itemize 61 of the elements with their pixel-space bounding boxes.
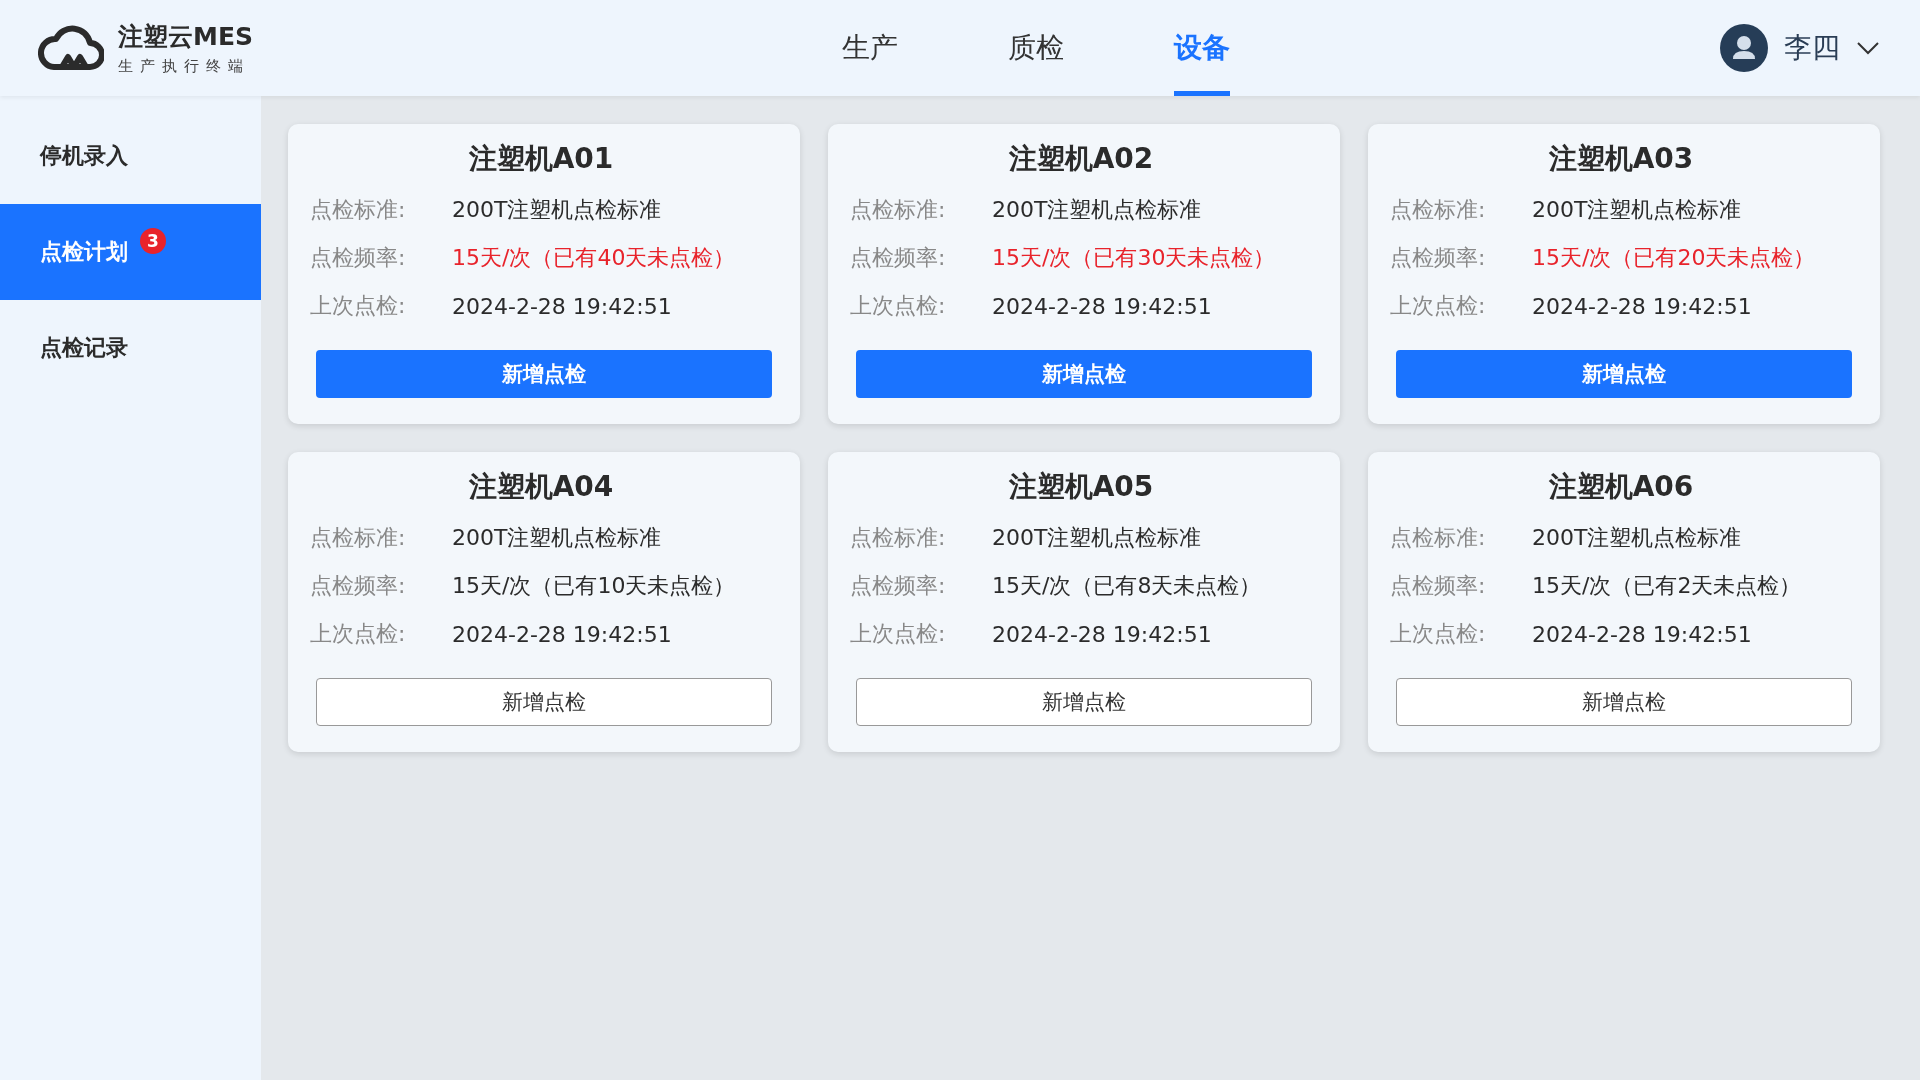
app-title: 注塑云MES [118,21,253,53]
field-label: 上次点检: [310,620,407,648]
field-label: 上次点检: [1390,620,1487,648]
field-label: 点检频率: [1390,572,1487,600]
add-inspection-button[interactable]: 新增点检 [856,350,1312,398]
avatar-icon[interactable] [1720,24,1768,72]
field-value: 2024-2-28 19:42:51 [992,293,1212,319]
add-inspection-button[interactable]: 新增点检 [1396,678,1852,726]
add-inspection-button[interactable]: 新增点检 [1396,350,1852,398]
machine-title: 注塑机A05 [1007,469,1155,505]
add-inspection-button[interactable]: 新增点检 [316,350,772,398]
field-value: 2024-2-28 19:42:51 [992,621,1212,647]
field-label: 点检标准: [1390,196,1487,224]
field-label: 点检标准: [1390,524,1487,552]
field-label: 上次点检: [850,292,947,320]
field-label: 点检标准: [850,524,947,552]
cloud-logo-icon [38,25,104,71]
field-label: 点检频率: [850,572,947,600]
field-value: 200T注塑机点检标准 [1532,196,1742,224]
field-value: 2024-2-28 19:42:51 [452,621,672,647]
user-name[interactable]: 李四 [1784,29,1840,67]
sidebar-item[interactable]: 点检计划 3 [0,204,261,300]
field-value: 200T注塑机点检标准 [992,524,1202,552]
field-label: 点检频率: [310,244,407,272]
add-inspection-button[interactable]: 新增点检 [316,678,772,726]
field-value: 2024-2-28 19:42:51 [452,293,672,319]
field-label: 点检频率: [850,244,947,272]
field-value: 15天/次（已有8天未点检） [992,572,1262,600]
machine-title: 注塑机A03 [1547,141,1695,177]
app-subtitle: 生产执行终端 [118,57,251,76]
field-label: 点检标准: [310,524,407,552]
field-value: 15天/次（已有2天未点检） [1532,572,1802,600]
nav-tab[interactable]: 生产 [842,0,898,96]
count-badge: 3 [140,228,166,254]
sidebar-item[interactable]: 停机录入 [0,108,261,204]
field-label: 点检标准: [850,196,947,224]
nav-tab[interactable]: 质检 [1008,0,1064,96]
field-value: 15天/次（已有10天未点检） [452,572,736,600]
machine-title: 注塑机A04 [467,469,615,505]
field-label: 点检标准: [310,196,407,224]
field-label: 上次点检: [310,292,407,320]
field-value: 200T注塑机点检标准 [1532,524,1742,552]
field-value: 15天/次（已有30天未点检） [992,244,1276,272]
field-value: 15天/次（已有20天未点检） [1532,244,1816,272]
machine-title: 注塑机A01 [467,141,615,177]
field-value: 200T注塑机点检标准 [992,196,1202,224]
caret-icon[interactable] [1856,41,1880,55]
machine-title: 注塑机A06 [1547,469,1695,505]
field-value: 2024-2-28 19:42:51 [1532,293,1752,319]
field-label: 点检频率: [1390,244,1487,272]
field-value: 200T注塑机点检标准 [452,524,662,552]
field-value: 2024-2-28 19:42:51 [1532,621,1752,647]
field-label: 上次点检: [1390,292,1487,320]
field-value: 15天/次（已有40天未点检） [452,244,736,272]
sidebar-item[interactable]: 点检记录 [0,300,261,396]
machine-title: 注塑机A02 [1007,141,1155,177]
field-value: 200T注塑机点检标准 [452,196,662,224]
nav-tab[interactable]: 设备 [1174,0,1230,96]
add-inspection-button[interactable]: 新增点检 [856,678,1312,726]
field-label: 点检频率: [310,572,407,600]
field-label: 上次点检: [850,620,947,648]
